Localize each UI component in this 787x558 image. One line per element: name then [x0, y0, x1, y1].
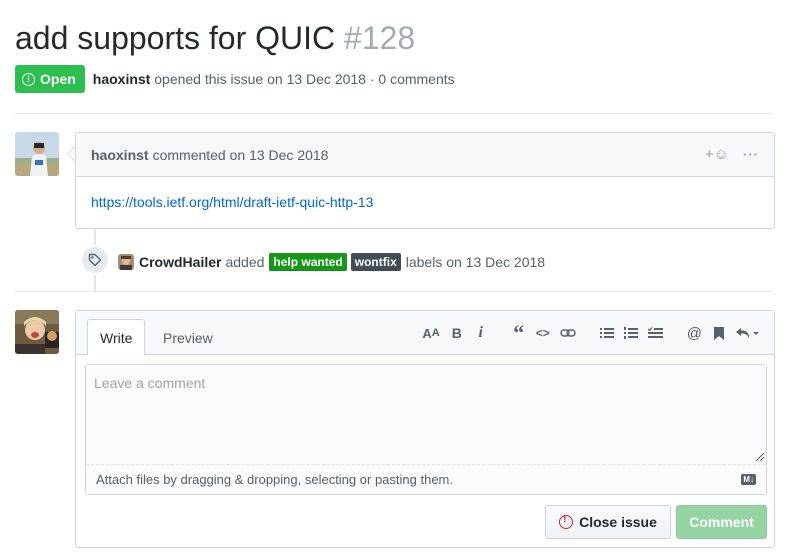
issue-title-text: add supports for QUIC: [15, 20, 336, 56]
header-text-icon[interactable]: AA: [422, 324, 439, 342]
issue-opened-text: opened this issue on 13 Dec 2018 · 0 com…: [154, 71, 455, 87]
avatar[interactable]: [118, 254, 134, 270]
comment: haoxinst commented on 13 Dec 2018 +☺ ···…: [75, 132, 775, 229]
status-badge: ! Open: [15, 65, 85, 93]
avatar-crowdhailer-image: [118, 254, 134, 270]
attach-files-bar[interactable]: Attach files by dragging & dropping, sel…: [86, 464, 766, 494]
code-icon[interactable]: <>: [536, 324, 550, 342]
tab-preview[interactable]: Preview: [151, 319, 225, 356]
event-action: added: [225, 254, 265, 270]
saved-reply-icon[interactable]: [712, 324, 726, 342]
comment-link[interactable]: https://tools.ietf.org/html/draft-ietf-q…: [91, 194, 373, 210]
issue-title: add supports for QUIC #128: [15, 20, 415, 57]
comment-body: https://tools.ietf.org/html/draft-ietf-q…: [76, 177, 774, 227]
timeline-divider: [15, 291, 772, 292]
attach-files-text: Attach files by dragging & dropping, sel…: [96, 472, 453, 487]
comment-header: haoxinst commented on 13 Dec 2018 +☺ ···: [76, 133, 774, 177]
tag-icon: [80, 245, 110, 275]
new-comment-form: Write Preview AA B i “ <> @ Leave a comm…: [75, 310, 775, 548]
avatar[interactable]: [15, 132, 59, 176]
issue-opened-icon: !: [22, 72, 35, 86]
status-text: Open: [40, 71, 76, 87]
resize-grip-icon[interactable]: [756, 453, 764, 461]
avatar[interactable]: [15, 310, 59, 354]
markdown-toolbar: AA B i “ <> @: [412, 322, 760, 344]
link-icon[interactable]: [560, 324, 576, 342]
comment-meta: commented on 13 Dec 2018: [152, 146, 329, 163]
markdown-icon: M↓: [741, 474, 756, 485]
event-suffix: labels on 13 Dec 2018: [405, 254, 546, 270]
mention-icon[interactable]: @: [687, 324, 702, 342]
ordered-list-icon[interactable]: [623, 324, 638, 342]
comment-textarea[interactable]: [86, 365, 766, 464]
quote-icon[interactable]: “: [512, 322, 526, 344]
comment-author-link[interactable]: haoxinst: [91, 147, 149, 163]
event-actor-link[interactable]: CrowdHailer: [139, 254, 221, 270]
unordered-list-icon[interactable]: [599, 324, 614, 342]
issue-number: #128: [344, 20, 416, 56]
more-options-icon[interactable]: ···: [743, 147, 759, 162]
issue-meta-text: haoxinst opened this issue on 13 Dec 201…: [93, 71, 455, 87]
label-wontfix[interactable]: wontfix: [350, 253, 401, 271]
issue-meta: ! Open haoxinst opened this issue on 13 …: [15, 65, 455, 93]
avatar-current-user-image: [15, 310, 59, 354]
comment-caret-inner: [68, 147, 75, 161]
issue-closed-icon: [559, 514, 574, 529]
editor-header: Write Preview AA B i “ <> @: [76, 311, 774, 356]
comment-actions: +☺ ···: [705, 146, 759, 163]
close-issue-label: Close issue: [579, 514, 657, 530]
close-issue-button[interactable]: Close issue: [545, 505, 671, 539]
comment-button[interactable]: Comment: [676, 505, 767, 539]
comment-textarea-container: Attach files by dragging & dropping, sel…: [85, 364, 767, 495]
tab-write[interactable]: Write: [87, 319, 146, 356]
italic-icon[interactable]: i: [474, 324, 488, 342]
reply-icon[interactable]: [736, 324, 760, 342]
add-reaction-icon[interactable]: +☺: [705, 146, 729, 163]
label-help-wanted[interactable]: help wanted: [269, 253, 347, 271]
task-list-icon[interactable]: [647, 324, 663, 342]
bold-icon[interactable]: B: [450, 324, 464, 342]
header-divider: [15, 113, 772, 114]
issue-author-link[interactable]: haoxinst: [93, 71, 151, 87]
label-event: CrowdHailer added help wanted wontfix la…: [118, 252, 545, 272]
avatar-haoxinst-image: [15, 132, 59, 176]
